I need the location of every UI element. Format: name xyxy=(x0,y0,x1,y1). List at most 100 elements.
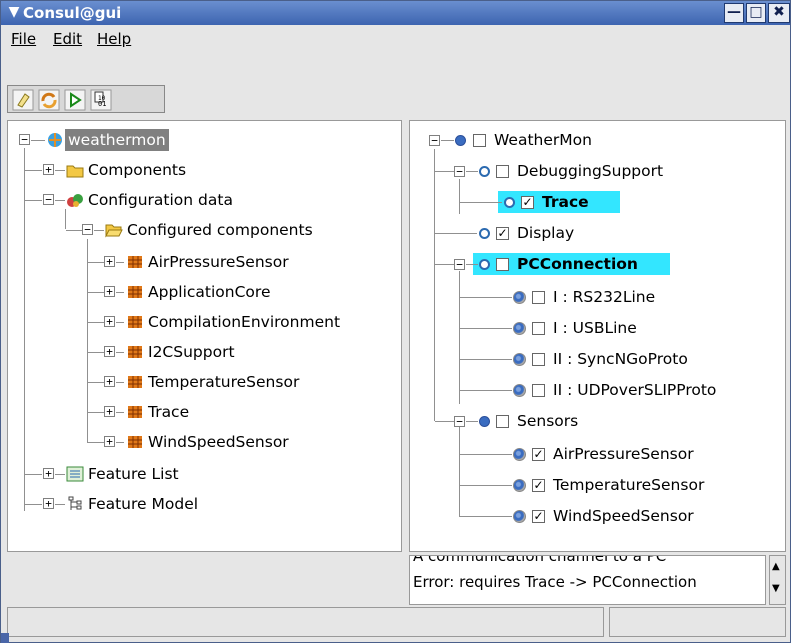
tree-connector xyxy=(435,264,454,265)
feature-node-sensors[interactable]: − Sensors xyxy=(410,410,780,432)
tree-connector xyxy=(31,140,45,141)
play-icon[interactable] xyxy=(64,89,86,111)
tree-connector xyxy=(88,412,104,413)
feature-node-display[interactable]: ✓ Display xyxy=(410,222,780,244)
tree-node-feature-model[interactable]: + Feature Model xyxy=(8,493,398,515)
expand-icon[interactable]: + xyxy=(43,468,54,479)
tree-connector xyxy=(460,516,512,517)
info-scrollbar[interactable]: ▲ ▼ xyxy=(769,555,786,605)
feature-checkbox[interactable] xyxy=(532,322,545,335)
expand-icon[interactable]: + xyxy=(104,376,115,387)
tree-connector xyxy=(25,504,42,505)
tree-node-root[interactable]: − weathermon xyxy=(8,129,398,151)
tree-node-component[interactable]: + AirPressureSensor xyxy=(8,251,398,273)
tree-connector xyxy=(116,442,124,443)
tree-node-component[interactable]: + ApplicationCore xyxy=(8,281,398,303)
close-icon[interactable]: ✖ xyxy=(768,3,790,23)
tree-connector xyxy=(460,359,512,360)
left-tree-panel[interactable]: − weathermon + Components − Configuratio… xyxy=(7,120,402,552)
expand-icon[interactable]: + xyxy=(104,316,115,327)
feature-node-debuggingsupport[interactable]: − DebuggingSupport xyxy=(410,160,780,182)
open-folder-icon xyxy=(105,224,123,238)
feature-checkbox-checked[interactable]: ✓ xyxy=(521,196,534,209)
feature-node-alternative[interactable]: II : SyncNGoProto xyxy=(410,348,780,370)
tree-node-component[interactable]: + WindSpeedSensor xyxy=(8,431,398,453)
minimize-icon[interactable]: — xyxy=(724,3,744,23)
feature-node-alternative[interactable]: II : UDPoverSLIPProto xyxy=(410,379,780,401)
collapse-icon[interactable]: − xyxy=(454,416,465,427)
expand-icon[interactable]: + xyxy=(104,346,115,357)
feature-checkbox-checked[interactable]: ✓ xyxy=(532,479,545,492)
tree-node-component[interactable]: + Trace xyxy=(8,401,398,423)
window-corner xyxy=(1,633,9,643)
tree-connector xyxy=(435,171,454,172)
tree-connector xyxy=(460,454,512,455)
collapse-icon[interactable]: − xyxy=(454,259,465,270)
tree-node-configured-components[interactable]: − Configured components xyxy=(8,219,398,241)
maximize-icon[interactable]: □ xyxy=(746,3,766,23)
refresh-icon[interactable] xyxy=(38,89,60,111)
feature-node-sensor[interactable]: ✓ TemperatureSensor xyxy=(410,474,780,496)
title-bar[interactable]: ▼ Consul@gui — □ ✖ xyxy=(1,1,790,25)
feature-node-sensor[interactable]: ✓ AirPressureSensor xyxy=(410,443,780,465)
feature-checkbox-checked[interactable]: ✓ xyxy=(496,227,509,240)
component-block-icon xyxy=(128,316,142,328)
tree-connector xyxy=(55,474,65,475)
tree-node-configuration-data[interactable]: − Configuration data xyxy=(8,189,398,211)
collapse-icon[interactable]: − xyxy=(429,135,440,146)
tree-connector xyxy=(25,170,42,171)
feature-node-alternative[interactable]: I : USBLine xyxy=(410,317,780,339)
tree-connector xyxy=(116,322,124,323)
feature-checkbox[interactable] xyxy=(496,165,509,178)
expand-icon[interactable]: + xyxy=(104,436,115,447)
tree-connector xyxy=(459,421,460,517)
feature-checkbox[interactable] xyxy=(532,291,545,304)
expand-icon[interactable]: + xyxy=(43,498,54,509)
tree-node-components[interactable]: + Components xyxy=(8,159,398,181)
binary-icon[interactable]: 01 10 xyxy=(90,89,112,111)
scroll-up-icon[interactable]: ▲ xyxy=(772,562,780,572)
expand-icon[interactable]: + xyxy=(104,286,115,297)
feature-list-icon xyxy=(66,466,84,482)
menu-file[interactable]: File xyxy=(11,30,36,48)
feature-tree-panel[interactable]: − WeatherMon − DebuggingSupport ✓ Trace xyxy=(409,120,786,552)
tree-node-component[interactable]: + I2CSupport xyxy=(8,341,398,363)
collapse-icon[interactable]: − xyxy=(19,134,30,145)
expand-icon[interactable]: + xyxy=(104,406,115,417)
folder-icon xyxy=(66,165,84,178)
tree-connector xyxy=(94,230,104,231)
feature-node-weathermon[interactable]: − WeatherMon xyxy=(410,129,780,151)
tree-connector xyxy=(460,328,512,329)
eraser-icon[interactable] xyxy=(12,89,34,111)
feature-checkbox[interactable] xyxy=(496,415,509,428)
collapse-icon[interactable]: − xyxy=(82,224,93,235)
feature-node-sensor[interactable]: ✓ WindSpeedSensor xyxy=(410,505,780,527)
alternative-feature-icon xyxy=(513,353,526,366)
feature-checkbox-checked[interactable]: ✓ xyxy=(532,448,545,461)
collapse-icon[interactable]: − xyxy=(43,194,54,205)
scroll-down-icon[interactable]: ▼ xyxy=(772,584,780,594)
selected-node-label: weathermon xyxy=(65,129,169,151)
feature-node-pcconnection[interactable]: − PCConnection xyxy=(410,253,780,275)
tree-connector xyxy=(55,504,65,505)
feature-checkbox[interactable] xyxy=(532,353,545,366)
menu-edit[interactable]: Edit xyxy=(53,30,82,48)
feature-checkbox[interactable] xyxy=(532,384,545,397)
feature-checkbox[interactable] xyxy=(473,134,486,147)
feature-node-alternative[interactable]: I : RS232Line xyxy=(410,286,780,308)
feature-checkbox-checked[interactable]: ✓ xyxy=(532,510,545,523)
feature-checkbox[interactable] xyxy=(496,258,509,271)
collapse-icon[interactable]: − xyxy=(454,166,465,177)
tree-node-component[interactable]: + CompilationEnvironment xyxy=(8,311,398,333)
feature-node-trace[interactable]: ✓ Trace xyxy=(410,191,780,213)
expand-icon[interactable]: + xyxy=(104,256,115,267)
status-bar xyxy=(7,607,786,637)
window-menu-icon[interactable]: ▼ xyxy=(5,3,23,21)
tree-node-component[interactable]: + TemperatureSensor xyxy=(8,371,398,393)
optional-feature-icon xyxy=(479,166,490,177)
expand-icon[interactable]: + xyxy=(43,164,54,175)
feature-info-text[interactable]: A communication channel to a PC Error: r… xyxy=(409,555,766,605)
tree-node-feature-list[interactable]: + Feature List xyxy=(8,463,398,485)
menu-help[interactable]: Help xyxy=(97,30,131,48)
alternative-feature-icon xyxy=(513,291,526,304)
